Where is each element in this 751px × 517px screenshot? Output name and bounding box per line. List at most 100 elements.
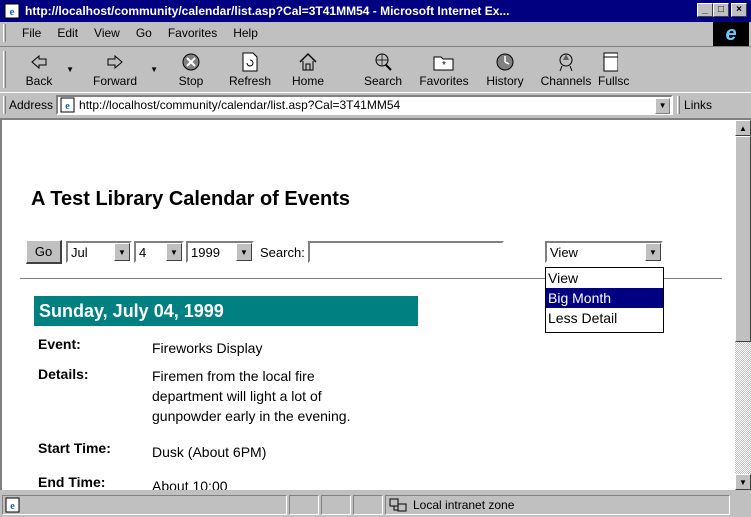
addressbar-grip[interactable]	[3, 95, 6, 114]
stop-button[interactable]: Stop	[162, 47, 220, 92]
calendar-form: Go Jul ▼ 4 ▼ 1999 ▼ Search:	[26, 240, 504, 264]
end-time-label: End Time:	[38, 474, 106, 490]
close-button[interactable]: ×	[731, 3, 747, 17]
end-time-row: End Time: About 10:00	[38, 474, 412, 490]
search-label-tb: Search	[363, 74, 403, 88]
scroll-down-icon[interactable]: ▼	[735, 474, 751, 490]
status-bar: e Local intranet zone	[0, 492, 751, 517]
month-select[interactable]: Jul ▼	[66, 241, 132, 263]
channels-icon	[556, 51, 576, 73]
maximize-button[interactable]: □	[713, 3, 729, 17]
view-option-view[interactable]: View	[546, 268, 663, 288]
channels-button[interactable]: Channels	[534, 47, 598, 92]
stop-label: Stop	[178, 74, 204, 88]
intranet-zone-icon	[389, 498, 407, 511]
forward-label: Forward	[92, 74, 137, 88]
start-time-label: Start Time:	[38, 440, 111, 456]
fullscreen-icon	[598, 51, 618, 73]
favorites-folder-icon: *	[433, 51, 455, 73]
event-label: Event:	[38, 336, 81, 352]
back-dropdown-icon[interactable]: ▼	[66, 65, 74, 74]
search-label: Search:	[260, 244, 305, 260]
refresh-button[interactable]: Refresh	[220, 47, 280, 92]
year-value: 1999	[191, 244, 220, 260]
details-line-3: gunpowder early in the evening.	[152, 408, 351, 424]
details-value: Firemen from the local fire department w…	[152, 366, 412, 426]
status-zone: Local intranet zone	[385, 494, 730, 515]
menu-file[interactable]: File	[14, 26, 49, 40]
view-option-less-detail[interactable]: Less Detail	[546, 308, 663, 328]
back-button[interactable]: Back ▼	[10, 47, 74, 92]
toolbar: Back ▼ Forward ▼ Stop Refresh Home Searc…	[0, 46, 751, 92]
home-icon	[298, 51, 318, 73]
forward-dropdown-icon[interactable]: ▼	[150, 65, 158, 74]
refresh-icon	[241, 51, 259, 73]
chevron-down-icon[interactable]: ▼	[645, 243, 661, 261]
menu-help[interactable]: Help	[225, 26, 266, 40]
search-globe-icon	[373, 51, 393, 73]
address-url: http://localhost/community/calendar/list…	[79, 97, 401, 112]
vertical-scrollbar[interactable]: ▲ ▼	[735, 120, 751, 490]
month-value: Jul	[71, 244, 88, 260]
event-value: Fireworks Display	[152, 340, 263, 356]
channels-label: Channels	[540, 74, 592, 88]
back-label: Back	[25, 74, 53, 88]
window-controls: _ □ ×	[697, 3, 747, 17]
chevron-down-icon[interactable]: ▼	[114, 243, 130, 261]
menu-favorites[interactable]: Favorites	[160, 26, 225, 40]
ie-page-icon: e	[3, 2, 21, 20]
date-header: Sunday, July 04, 1999	[34, 296, 418, 326]
chevron-down-icon[interactable]: ▼	[236, 243, 252, 261]
status-pane-3	[321, 494, 351, 515]
details-line-2: department will light a lot of	[152, 388, 322, 404]
menu-view[interactable]: View	[86, 26, 128, 40]
address-input[interactable]: e http://localhost/community/calendar/li…	[56, 94, 674, 115]
refresh-label: Refresh	[228, 74, 272, 88]
year-select[interactable]: 1999 ▼	[186, 241, 254, 263]
home-label: Home	[291, 74, 324, 88]
page-icon: e	[60, 97, 76, 113]
scrollbar-thumb[interactable]	[735, 136, 751, 342]
history-label: History	[486, 74, 524, 88]
go-button[interactable]: Go	[26, 240, 62, 264]
status-pane-4	[353, 494, 383, 515]
zone-label: Local intranet zone	[413, 497, 515, 512]
forward-button[interactable]: Forward ▼	[78, 47, 158, 92]
stop-icon	[181, 51, 201, 73]
svg-text:*: *	[442, 60, 446, 71]
browser-content: A Test Library Calendar of Events Go Jul…	[0, 118, 751, 490]
status-pane-2	[289, 494, 319, 515]
menu-bar: File Edit View Go Favorites Help	[0, 22, 751, 44]
svg-text:e: e	[10, 6, 15, 18]
toolbar-grip[interactable]	[3, 51, 6, 88]
favorites-button[interactable]: * Favorites	[412, 47, 476, 92]
day-value: 4	[139, 244, 147, 260]
address-dropdown-icon[interactable]: ▼	[655, 97, 671, 114]
page-icon: e	[5, 497, 20, 512]
back-arrow-icon	[29, 51, 49, 73]
details-row: Details: Firemen from the local fire dep…	[38, 366, 412, 426]
scroll-up-icon[interactable]: ▲	[735, 120, 751, 136]
links-grip[interactable]	[677, 95, 681, 114]
view-option-big-month[interactable]: Big Month	[546, 288, 663, 308]
start-time-value: Dusk (About 6PM)	[152, 444, 267, 460]
day-select[interactable]: 4 ▼	[134, 241, 184, 263]
menubar-grip[interactable]	[3, 24, 6, 42]
minimize-button[interactable]: _	[697, 3, 713, 17]
details-label: Details:	[38, 366, 89, 382]
status-main: e	[2, 494, 287, 515]
view-select[interactable]: View ▼	[545, 241, 663, 263]
menu-go[interactable]: Go	[128, 26, 160, 40]
history-button[interactable]: History	[476, 47, 534, 92]
links-button[interactable]: Links	[684, 98, 712, 112]
menu-edit[interactable]: Edit	[49, 26, 86, 40]
search-input[interactable]	[307, 241, 504, 263]
home-button[interactable]: Home	[280, 47, 336, 92]
search-button[interactable]: Search	[354, 47, 412, 92]
address-label: Address	[9, 97, 54, 112]
chevron-down-icon[interactable]: ▼	[166, 243, 182, 261]
svg-text:e: e	[10, 501, 15, 512]
view-value: View	[550, 244, 578, 260]
page-title: A Test Library Calendar of Events	[31, 188, 350, 210]
fullscreen-button[interactable]: Fullsc	[598, 47, 638, 92]
